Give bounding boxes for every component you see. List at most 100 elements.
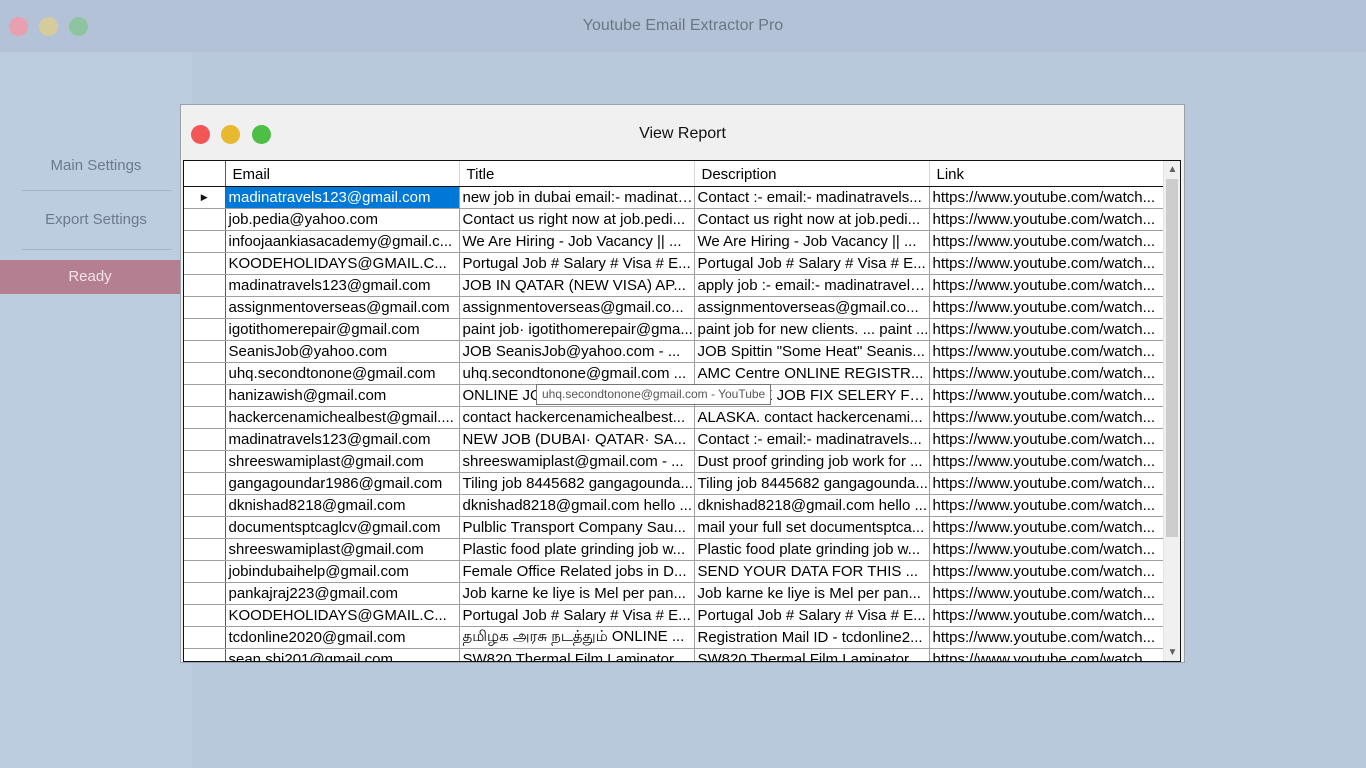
row-header[interactable]	[184, 252, 226, 275]
row-header[interactable]	[184, 494, 226, 517]
cell-email[interactable]: KOODEHOLIDAYS@GMAIL.C...	[225, 252, 460, 275]
row-header[interactable]	[184, 604, 226, 627]
row-header[interactable]	[184, 450, 226, 473]
row-header[interactable]	[184, 208, 226, 231]
cell-email[interactable]: infoojaankiasacademy@gmail.c...	[225, 230, 460, 253]
column-header-link[interactable]: Link	[929, 161, 1164, 187]
cell-title[interactable]: Job karne ke liye is Mel per pan...	[459, 582, 695, 605]
cell-description[interactable]: assignmentoverseas@gmail.co...	[694, 296, 930, 319]
row-header-corner[interactable]	[184, 161, 226, 187]
row-header[interactable]	[184, 582, 226, 605]
cell-description[interactable]: mail your full set documentsptca...	[694, 516, 930, 539]
cell-title[interactable]: uhq.secondtonone@gmail.com ...	[459, 362, 695, 385]
cell-email[interactable]: tcdonline2020@gmail.com	[225, 626, 460, 649]
cell-title[interactable]: new job in dubai email:- madinatr...	[459, 186, 695, 209]
row-header[interactable]	[184, 516, 226, 539]
row-header[interactable]	[184, 538, 226, 561]
cell-email[interactable]: documentsptcaglcv@gmail.com	[225, 516, 460, 539]
cell-description[interactable]: apply job :- email:- madinatravels...	[694, 274, 930, 297]
row-header[interactable]: ▶	[184, 186, 226, 209]
cell-link[interactable]: https://www.youtube.com/watch...	[929, 384, 1164, 407]
table-row[interactable]: documentsptcaglcv@gmail.com Pulblic Trans…	[184, 516, 1164, 539]
table-row[interactable]: tcdonline2020@gmail.com தமிழக அரசு நடத்து…	[184, 626, 1164, 649]
cell-email[interactable]: madinatravels123@gmail.com	[225, 186, 460, 209]
cell-link[interactable]: https://www.youtube.com/watch...	[929, 648, 1164, 661]
column-header-description[interactable]: Description	[694, 161, 930, 187]
cell-link[interactable]: https://www.youtube.com/watch...	[929, 538, 1164, 561]
table-row[interactable]: ▶ madinatravels123@gmail.com new job in du…	[184, 186, 1164, 209]
cell-description[interactable]: Plastic food plate grinding job w...	[694, 538, 930, 561]
scroll-up-icon[interactable]: ▲	[1164, 161, 1180, 178]
cell-title[interactable]: dknishad8218@gmail.com hello ...	[459, 494, 695, 517]
cell-description[interactable]: Dust proof grinding job work for ...	[694, 450, 930, 473]
cell-description[interactable]: Contact :- email:- madinatravels...	[694, 186, 930, 209]
cell-link[interactable]: https://www.youtube.com/watch...	[929, 560, 1164, 583]
cell-title[interactable]: Tiling job 8445682 gangagounda...	[459, 472, 695, 495]
cell-description[interactable]: Portugal Job # Salary # Visa # E...	[694, 252, 930, 275]
cell-link[interactable]: https://www.youtube.com/watch...	[929, 274, 1164, 297]
cell-title[interactable]: assignmentoverseas@gmail.co...	[459, 296, 695, 319]
cell-description[interactable]: Contact :- email:- madinatravels...	[694, 428, 930, 451]
cell-email[interactable]: SeanisJob@yahoo.com	[225, 340, 460, 363]
cell-title[interactable]: Portugal Job # Salary # Visa # E...	[459, 604, 695, 627]
table-row[interactable]: madinatravels123@gmail.com NEW JOB (DUBAI…	[184, 428, 1164, 451]
cell-title[interactable]: contact hackercenamichealbest...	[459, 406, 695, 429]
cell-title[interactable]: SW820 Thermal Film Laminator...	[459, 648, 695, 661]
cell-email[interactable]: madinatravels123@gmail.com	[225, 274, 460, 297]
row-header[interactable]	[184, 428, 226, 451]
cell-email[interactable]: sean.shi201@gmail.com	[225, 648, 460, 661]
cell-title[interactable]: NEW JOB (DUBAI· QATAR· SA...	[459, 428, 695, 451]
cell-link[interactable]: https://www.youtube.com/watch...	[929, 362, 1164, 385]
cell-link[interactable]: https://www.youtube.com/watch...	[929, 604, 1164, 627]
cell-description[interactable]: ALASKA. contact hackercenami...	[694, 406, 930, 429]
cell-email[interactable]: shreeswamiplast@gmail.com	[225, 450, 460, 473]
cell-link[interactable]: https://www.youtube.com/watch...	[929, 230, 1164, 253]
cell-email[interactable]: igotithomerepair@gmail.com	[225, 318, 460, 341]
cell-email[interactable]: gangagoundar1986@gmail.com	[225, 472, 460, 495]
cell-description[interactable]: paint job for new clients. ... paint ...	[694, 318, 930, 341]
table-row[interactable]: shreeswamiplast@gmail.com shreeswamiplast…	[184, 450, 1164, 473]
cell-link[interactable]: https://www.youtube.com/watch...	[929, 296, 1164, 319]
cell-email[interactable]: hackercenamichealbest@gmail....	[225, 406, 460, 429]
table-row[interactable]: infoojaankiasacademy@gmail.c... We Are Hi…	[184, 230, 1164, 253]
row-header[interactable]	[184, 274, 226, 297]
row-header[interactable]	[184, 472, 226, 495]
table-row[interactable]: shreeswamiplast@gmail.com Plastic food pl…	[184, 538, 1164, 561]
row-header[interactable]	[184, 406, 226, 429]
row-header[interactable]	[184, 626, 226, 649]
table-row[interactable]: uhq.secondtonone@gmail.com uhq.secondtono…	[184, 362, 1164, 385]
cell-title[interactable]: Female Office Related jobs in D...	[459, 560, 695, 583]
cell-title[interactable]: JOB SeanisJob@yahoo.com - ...	[459, 340, 695, 363]
row-header[interactable]	[184, 318, 226, 341]
cell-link[interactable]: https://www.youtube.com/watch...	[929, 406, 1164, 429]
cell-link[interactable]: https://www.youtube.com/watch...	[929, 252, 1164, 275]
cell-link[interactable]: https://www.youtube.com/watch...	[929, 208, 1164, 231]
cell-title[interactable]: தமிழக அரசு நடத்தும் ONLINE ...	[459, 626, 695, 649]
table-row[interactable]: hackercenamichealbest@gmail.... contact h…	[184, 406, 1164, 429]
table-row[interactable]: SeanisJob@yahoo.com JOB SeanisJob@yahoo.c…	[184, 340, 1164, 363]
cell-description[interactable]: Contact us right now at job.pedi...	[694, 208, 930, 231]
row-header[interactable]	[184, 296, 226, 319]
cell-description[interactable]: SW820 Thermal Film Laminator...	[694, 648, 930, 661]
cell-description[interactable]: dknishad8218@gmail.com hello ...	[694, 494, 930, 517]
row-header[interactable]	[184, 560, 226, 583]
vertical-scrollbar[interactable]: ▲ ▼	[1163, 161, 1180, 661]
cell-description[interactable]: JOB Spittin "Some Heat" Seanis...	[694, 340, 930, 363]
cell-title[interactable]: shreeswamiplast@gmail.com - ...	[459, 450, 695, 473]
row-header[interactable]	[184, 340, 226, 363]
column-header-email[interactable]: Email	[225, 161, 460, 187]
cell-email[interactable]: shreeswamiplast@gmail.com	[225, 538, 460, 561]
table-row[interactable]: jobindubaihelp@gmail.com Female Office Re…	[184, 560, 1164, 583]
cell-email[interactable]: hanizawish@gmail.com	[225, 384, 460, 407]
cell-link[interactable]: https://www.youtube.com/watch...	[929, 516, 1164, 539]
table-row[interactable]: KOODEHOLIDAYS@GMAIL.C... Portugal Job # S…	[184, 252, 1164, 275]
cell-title[interactable]: JOB IN QATAR (NEW VISA) AP...	[459, 274, 695, 297]
cell-description[interactable]: Registration Mail ID - tcdonline2...	[694, 626, 930, 649]
cell-title[interactable]: Plastic food plate grinding job w...	[459, 538, 695, 561]
sidebar-item-export-settings[interactable]: Export Settings	[0, 211, 192, 228]
cell-link[interactable]: https://www.youtube.com/watch...	[929, 472, 1164, 495]
row-header[interactable]	[184, 384, 226, 407]
sidebar-item-main-settings[interactable]: Main Settings	[0, 157, 192, 174]
table-row[interactable]: madinatravels123@gmail.com JOB IN QATAR (…	[184, 274, 1164, 297]
cell-email[interactable]: jobindubaihelp@gmail.com	[225, 560, 460, 583]
